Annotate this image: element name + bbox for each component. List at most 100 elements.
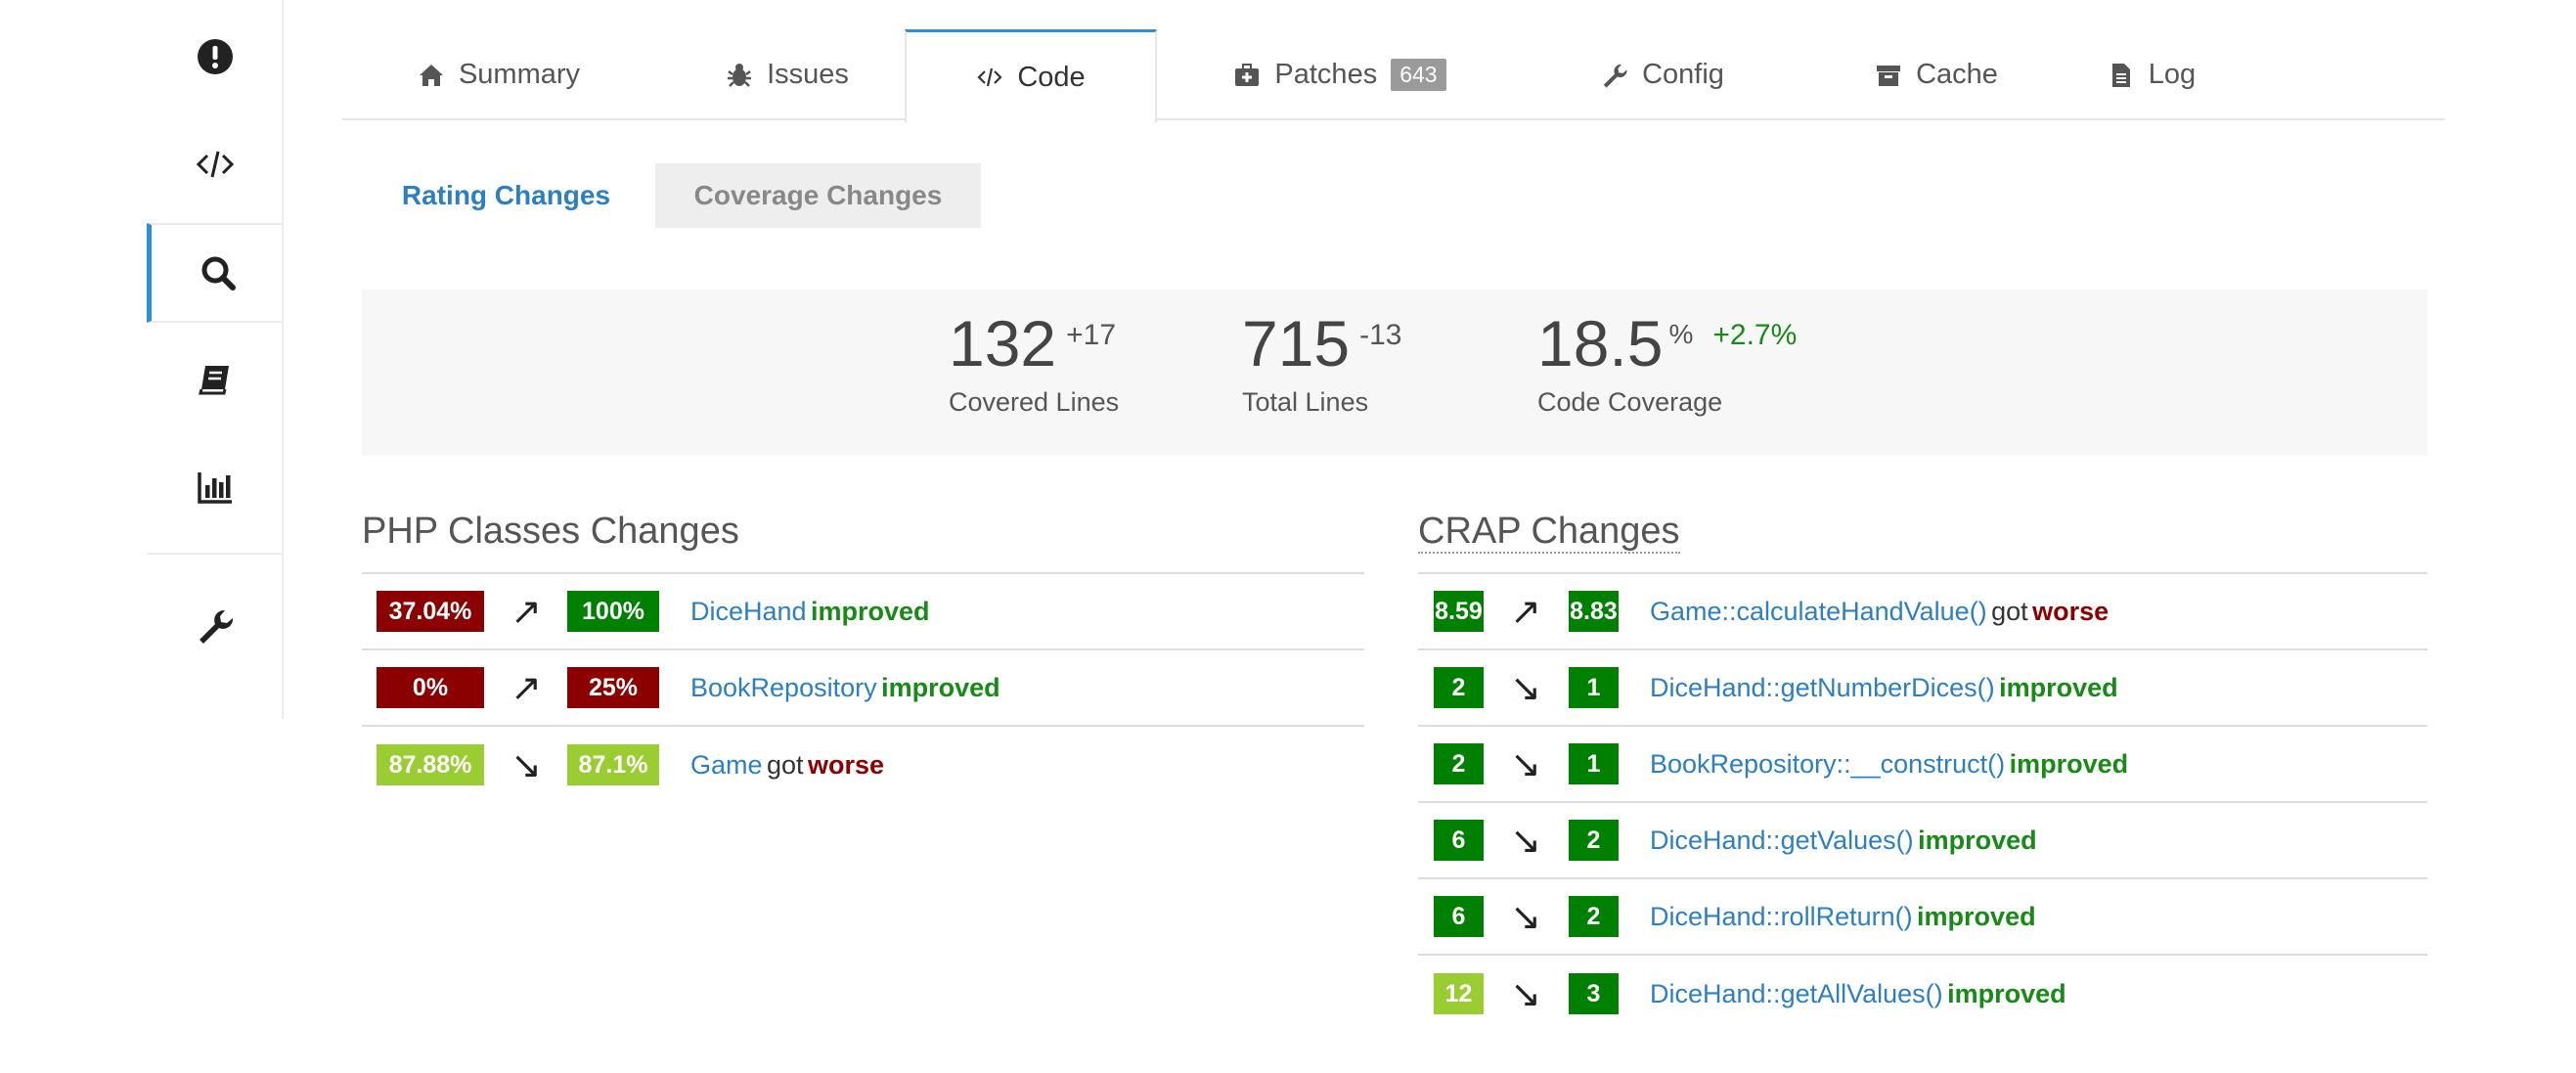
home-icon bbox=[419, 64, 443, 86]
tab-summary-label: Summary bbox=[458, 59, 581, 90]
sidebar-item-issues[interactable] bbox=[147, 8, 284, 106]
trend-arrow: ↘ bbox=[511, 743, 542, 786]
code-icon bbox=[196, 151, 235, 178]
rating-before: 37.04% bbox=[377, 591, 484, 632]
table-row: 2 ↘ 1 DiceHand::getNumberDices() improve… bbox=[1418, 650, 2427, 727]
crap-after: 1 bbox=[1569, 743, 1619, 784]
tab-issues-label: Issues bbox=[767, 59, 849, 90]
search-icon bbox=[201, 256, 236, 291]
covered-lines-label: Covered Lines bbox=[949, 387, 1120, 417]
crap-before: 6 bbox=[1434, 896, 1484, 937]
bar-chart-icon bbox=[198, 472, 232, 504]
total-lines-delta: -13 bbox=[1359, 319, 1402, 351]
table-row: 87.88% ↘ 87.1% Game got worse bbox=[362, 727, 1364, 803]
trend-arrow: ↗ bbox=[511, 590, 542, 633]
crap-before: 2 bbox=[1434, 667, 1484, 708]
sidebar-separator bbox=[147, 553, 284, 555]
total-lines-label: Total Lines bbox=[1242, 387, 1369, 417]
status-text: improved bbox=[1918, 825, 2037, 855]
total-lines-value: 715 bbox=[1242, 307, 1351, 380]
wrench-icon bbox=[200, 609, 234, 644]
crap-after: 2 bbox=[1569, 820, 1619, 861]
crap-changes-title-text: CRAP Changes bbox=[1418, 511, 1680, 554]
trend-arrow: ↘ bbox=[1510, 972, 1541, 1015]
stat-covered-lines: 132 +17 Covered Lines bbox=[949, 311, 1119, 418]
first-aid-icon bbox=[1235, 63, 1260, 86]
tab-cache-label: Cache bbox=[1916, 59, 1998, 90]
status-text: improved bbox=[1999, 672, 2118, 702]
rating-after: 100% bbox=[567, 591, 659, 632]
crap-after: 8.83 bbox=[1569, 591, 1619, 632]
book-icon bbox=[199, 366, 229, 395]
tab-rating-changes[interactable]: Rating Changes bbox=[391, 163, 621, 228]
covered-lines-delta: +17 bbox=[1066, 319, 1117, 351]
status-text: improved bbox=[1917, 901, 2036, 931]
sidebar-item-search[interactable] bbox=[147, 223, 284, 323]
php-classes-title: PHP Classes Changes bbox=[362, 511, 739, 552]
got-text: got bbox=[766, 749, 804, 780]
tab-config-label: Config bbox=[1642, 59, 1724, 90]
rating-before: 0% bbox=[377, 667, 484, 708]
trend-arrow: ↘ bbox=[1510, 819, 1541, 862]
tab-issues[interactable]: Issues bbox=[689, 29, 885, 120]
status-text: improved bbox=[2009, 748, 2129, 779]
archive-icon bbox=[1877, 65, 1901, 86]
stat-total-lines: 715 -13 Total Lines bbox=[1242, 311, 1401, 418]
crap-before: 2 bbox=[1434, 743, 1484, 784]
crap-before: 6 bbox=[1434, 820, 1484, 861]
method-link[interactable]: DiceHand::getNumberDices() bbox=[1650, 673, 1995, 702]
crap-before: 8.59 bbox=[1434, 591, 1484, 632]
table-row: 8.59 ↗ 8.83 Game::calculateHandValue() g… bbox=[1418, 574, 2427, 650]
tab-log[interactable]: Log bbox=[2078, 29, 2225, 120]
class-link[interactable]: Game bbox=[690, 750, 763, 780]
rating-after: 87.1% bbox=[567, 744, 659, 785]
crap-before: 12 bbox=[1434, 973, 1484, 1014]
code-coverage-label: Code Coverage bbox=[1537, 387, 1723, 417]
crap-changes-table: 8.59 ↗ 8.83 Game::calculateHandValue() g… bbox=[1418, 572, 2427, 1032]
code-coverage-delta: +2.7% bbox=[1712, 319, 1798, 351]
code-coverage-value: 18.5 bbox=[1537, 307, 1664, 380]
table-row: 12 ↘ 3 DiceHand::getAllValues() improved bbox=[1418, 956, 2427, 1032]
coverage-stats-panel: 132 +17 Covered Lines 715 -13 Total Lines … bbox=[362, 290, 2427, 456]
wrench-icon bbox=[1603, 64, 1627, 88]
patches-count-badge: 643 bbox=[1391, 59, 1446, 91]
class-link[interactable]: BookRepository bbox=[690, 673, 877, 702]
tab-summary[interactable]: Summary bbox=[401, 29, 597, 120]
sidebar-item-code[interactable] bbox=[147, 115, 284, 213]
covered-lines-value: 132 bbox=[949, 307, 1057, 380]
tab-patches[interactable]: Patches 643 bbox=[1218, 29, 1462, 120]
status-text: improved bbox=[1947, 978, 2066, 1008]
crap-after: 2 bbox=[1569, 896, 1619, 937]
rating-after: 25% bbox=[567, 667, 659, 708]
table-row: 0% ↗ 25% BookRepository improved bbox=[362, 650, 1364, 727]
status-text: improved bbox=[881, 672, 1000, 702]
code-icon bbox=[977, 67, 1002, 87]
tab-cache[interactable]: Cache bbox=[1839, 29, 2034, 120]
sidebar-item-stats[interactable] bbox=[147, 438, 284, 536]
rating-before: 87.88% bbox=[377, 744, 484, 785]
class-link[interactable]: DiceHand bbox=[690, 597, 807, 626]
tab-coverage-changes[interactable]: Coverage Changes bbox=[655, 163, 981, 228]
trend-arrow: ↘ bbox=[1510, 895, 1541, 938]
php-classes-table: 37.04% ↗ 100% DiceHand improved 0% ↗ 25%… bbox=[362, 572, 1364, 803]
trend-arrow: ↗ bbox=[511, 666, 542, 709]
method-link[interactable]: DiceHand::rollReturn() bbox=[1650, 902, 1913, 931]
status-text: improved bbox=[811, 596, 930, 626]
method-link[interactable]: BookRepository::__construct() bbox=[1650, 749, 2005, 779]
tab-patches-label: Patches bbox=[1274, 59, 1378, 90]
tab-code[interactable]: Code bbox=[905, 29, 1157, 122]
tab-config[interactable]: Config bbox=[1565, 29, 1760, 120]
sidebar-item-settings[interactable] bbox=[147, 577, 284, 675]
bug-icon bbox=[728, 63, 752, 87]
table-row: 6 ↘ 2 DiceHand::getValues() improved bbox=[1418, 803, 2427, 879]
status-text: worse bbox=[2032, 596, 2110, 626]
table-row: 6 ↘ 2 DiceHand::rollReturn() improved bbox=[1418, 879, 2427, 956]
method-link[interactable]: DiceHand::getValues() bbox=[1650, 826, 1914, 855]
exclamation-circle-icon bbox=[198, 39, 233, 74]
method-link[interactable]: DiceHand::getAllValues() bbox=[1650, 979, 1943, 1008]
method-link[interactable]: Game::calculateHandValue() bbox=[1650, 597, 1987, 626]
file-icon bbox=[2111, 63, 2130, 87]
crap-after: 1 bbox=[1569, 667, 1619, 708]
sidebar-item-docs[interactable] bbox=[147, 331, 284, 428]
got-text: got bbox=[1991, 596, 2028, 626]
